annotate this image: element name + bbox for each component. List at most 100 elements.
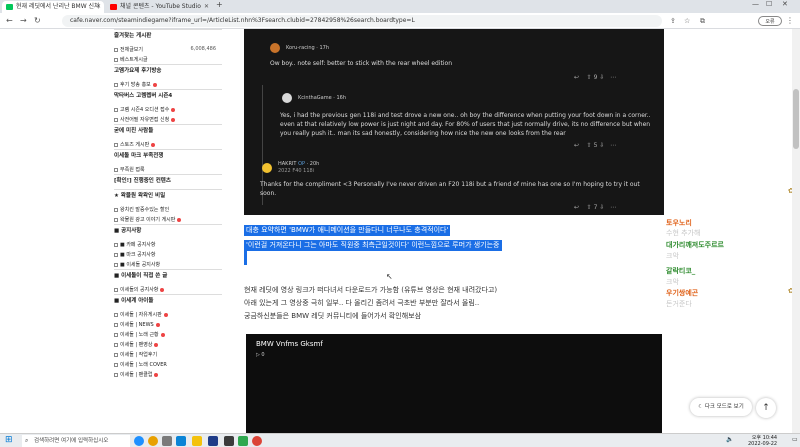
user-flair: 2022 F40 118i: [278, 168, 315, 174]
taskbar-search-input[interactable]: ⌕ 검색하려면 여기에 입력하십시오: [22, 435, 130, 447]
sidebar-item[interactable]: 사전어필 자유면접 신청: [114, 116, 222, 123]
reply-icon[interactable]: ↩: [574, 142, 579, 149]
windows-start-icon[interactable]: ⊞: [5, 435, 13, 445]
new-badge-icon: [152, 82, 157, 87]
maximize-window-icon[interactable]: ☐: [766, 0, 772, 8]
chrome-icon[interactable]: [252, 436, 262, 446]
terminal-icon[interactable]: [224, 436, 234, 446]
reddit-comments-screenshot: Koru-racing · 17h Ow boy.. note self: be…: [244, 29, 664, 215]
board-icon: [114, 47, 118, 52]
extensions-icon[interactable]: ⧉: [700, 15, 705, 27]
board-icon: [114, 262, 118, 267]
sidebar-item[interactable]: ■ 카페 공지사항: [114, 241, 222, 248]
app-v-icon[interactable]: [208, 436, 218, 446]
sidebar-item-label: 이세돌 | 노래 COVER: [120, 362, 167, 368]
browser-tab-cafe[interactable]: 현재 레딧에서 난리난 BMW 신차 ✕: [2, 1, 104, 13]
task-view-icon[interactable]: [162, 436, 172, 446]
minimize-window-icon[interactable]: —: [752, 0, 759, 8]
paragraph: 현재 레딧에 영상 링크가 떠다녀서 다운로드가 가능함 (유튜브 영상은 현재…: [244, 286, 498, 294]
sidebar-item-label: 베스트게시글: [120, 57, 148, 63]
forward-icon[interactable]: →: [20, 15, 27, 27]
sidebar-item[interactable]: 이세돌 | 작업후기: [114, 351, 222, 358]
scroll-top-button[interactable]: ↑: [756, 398, 776, 418]
sidebar-section-header: ■ 이세돌이 직접 쓴 글: [114, 269, 222, 279]
sidebar-section-header: ★ 왁물원 왁왁인 비밀: [114, 189, 222, 199]
file-explorer-icon[interactable]: [192, 436, 202, 446]
sidebar-item[interactable]: ■ 마크 공지사항: [114, 251, 222, 258]
new-badge-icon: [171, 107, 176, 112]
sidebar-item-label: ■ 이세돌 공지사항: [120, 262, 161, 268]
sidebar-section-header: ■ 이세계 아이돌: [114, 294, 222, 304]
edge-icon[interactable]: [176, 436, 186, 446]
selection-marker: [244, 251, 247, 265]
menu-icon[interactable]: ⋮: [786, 15, 794, 27]
board-icon: [114, 82, 118, 87]
sidebar-item[interactable]: 베스트게시글: [114, 56, 222, 63]
calendar-app-icon[interactable]: [238, 436, 248, 446]
sidebar-item[interactable]: 후기 방송 홍보: [114, 81, 222, 88]
sidebar-item[interactable]: 스토즈 게시판: [114, 141, 222, 148]
page-scrollbar[interactable]: [792, 29, 800, 433]
url-input[interactable]: cafe.naver.com/steamindiegame?iframe_url…: [62, 15, 662, 27]
sidebar-item[interactable]: 이세돌 | 노래 COVER: [114, 361, 222, 368]
chat-username: 대가리깨져도주르르: [666, 241, 724, 249]
profile-button[interactable]: 오류: [758, 16, 782, 26]
new-badge-icon: [160, 287, 165, 292]
downvote-icon[interactable]: ⇩: [599, 204, 604, 211]
more-icon[interactable]: ⋯: [610, 204, 616, 211]
back-icon[interactable]: ←: [6, 15, 13, 27]
sidebar-item[interactable]: 고렘 시즌4 오디션 접수: [114, 106, 222, 113]
new-badge-icon: [177, 217, 182, 222]
post-count: 6,008,486: [190, 46, 216, 52]
sidebar-item[interactable]: ■ 이세돌 공지사항: [114, 261, 222, 268]
sidebar-item[interactable]: 이세돌 | 팬영상: [114, 341, 222, 348]
chat-message: 크악: [666, 278, 679, 286]
reply-icon[interactable]: ↩: [574, 74, 579, 81]
vote-count: 5: [593, 142, 598, 149]
more-icon[interactable]: ⋯: [610, 142, 616, 149]
share-icon[interactable]: ⇪: [670, 15, 676, 27]
new-badge-icon: [154, 372, 159, 377]
new-badge-icon: [171, 117, 176, 122]
downvote-icon[interactable]: ⇩: [599, 142, 604, 149]
sidebar-item[interactable]: 이세돌 | NEWS: [114, 321, 222, 328]
cafe-sidebar: 즐겨찾는 게시판 전체글보기 6,008,486 베스트게시글 고멤가요제 후기방송 후기…: [114, 29, 222, 433]
upvote-icon[interactable]: ⇧: [587, 74, 592, 81]
sidebar-item[interactable]: 부족원 접룩: [114, 166, 222, 173]
sidebar-item-label: 막타버스 고렘렙버 시즌4: [114, 93, 173, 99]
bookmark-star-icon[interactable]: ☆: [684, 15, 690, 27]
chat-username: 우기쌍예곤: [666, 289, 699, 297]
more-icon[interactable]: ⋯: [610, 74, 616, 81]
close-window-icon[interactable]: ✕: [782, 0, 788, 8]
sidebar-item[interactable]: 이세돌 | 자유게시판: [114, 311, 222, 318]
upvote-icon[interactable]: ⇧: [587, 142, 592, 149]
sidebar-item-label: 즐겨찾는 게시판: [114, 33, 152, 39]
sidebar-item-label: 후기 방송 홍보: [120, 82, 151, 88]
sidebar-item[interactable]: 이세돌 | 팬클럽: [114, 371, 222, 378]
chrome-app-icon[interactable]: [148, 436, 158, 446]
sidebar-item[interactable]: 왁물원 광고 이야기 게시판: [114, 216, 222, 223]
sidebar-item[interactable]: 왕치킨 발증수있는 할인: [114, 206, 222, 213]
taskbar-clock[interactable]: 오후 10:44 2022-09-22: [748, 435, 777, 447]
sidebar-item[interactable]: 이세돌의 공지사항: [114, 286, 222, 293]
close-tab-icon[interactable]: ✕: [204, 1, 209, 13]
reply-icon[interactable]: ↩: [574, 204, 579, 211]
divider: [114, 124, 222, 125]
reload-icon[interactable]: ↻: [34, 15, 41, 27]
scrollbar-thumb[interactable]: [793, 89, 799, 149]
downvote-icon[interactable]: ⇩: [599, 74, 604, 81]
cortana-icon[interactable]: [134, 436, 144, 446]
sidebar-item[interactable]: 전체글보기 6,008,486: [114, 46, 222, 53]
divider: [114, 174, 222, 175]
board-icon: [114, 312, 118, 317]
new-tab-button[interactable]: +: [216, 0, 223, 9]
browser-tab-youtube[interactable]: 채널 콘텐츠 - YouTube Studio ✕: [106, 1, 212, 13]
dark-mode-button[interactable]: ☾ 다크 모드로 보기: [690, 398, 752, 416]
notification-icon[interactable]: ▭: [792, 436, 798, 443]
volume-icon[interactable]: 🔈: [726, 436, 733, 443]
close-tab-icon[interactable]: ✕: [96, 1, 101, 13]
video-player[interactable]: BMW Vnfms Gksmf ▷ 0: [246, 334, 662, 434]
tab-label: 채널 콘텐츠 - YouTube Studio: [120, 3, 201, 10]
sidebar-item[interactable]: 이세돌 | 노래 근황: [114, 331, 222, 338]
upvote-icon[interactable]: ⇧: [587, 204, 592, 211]
